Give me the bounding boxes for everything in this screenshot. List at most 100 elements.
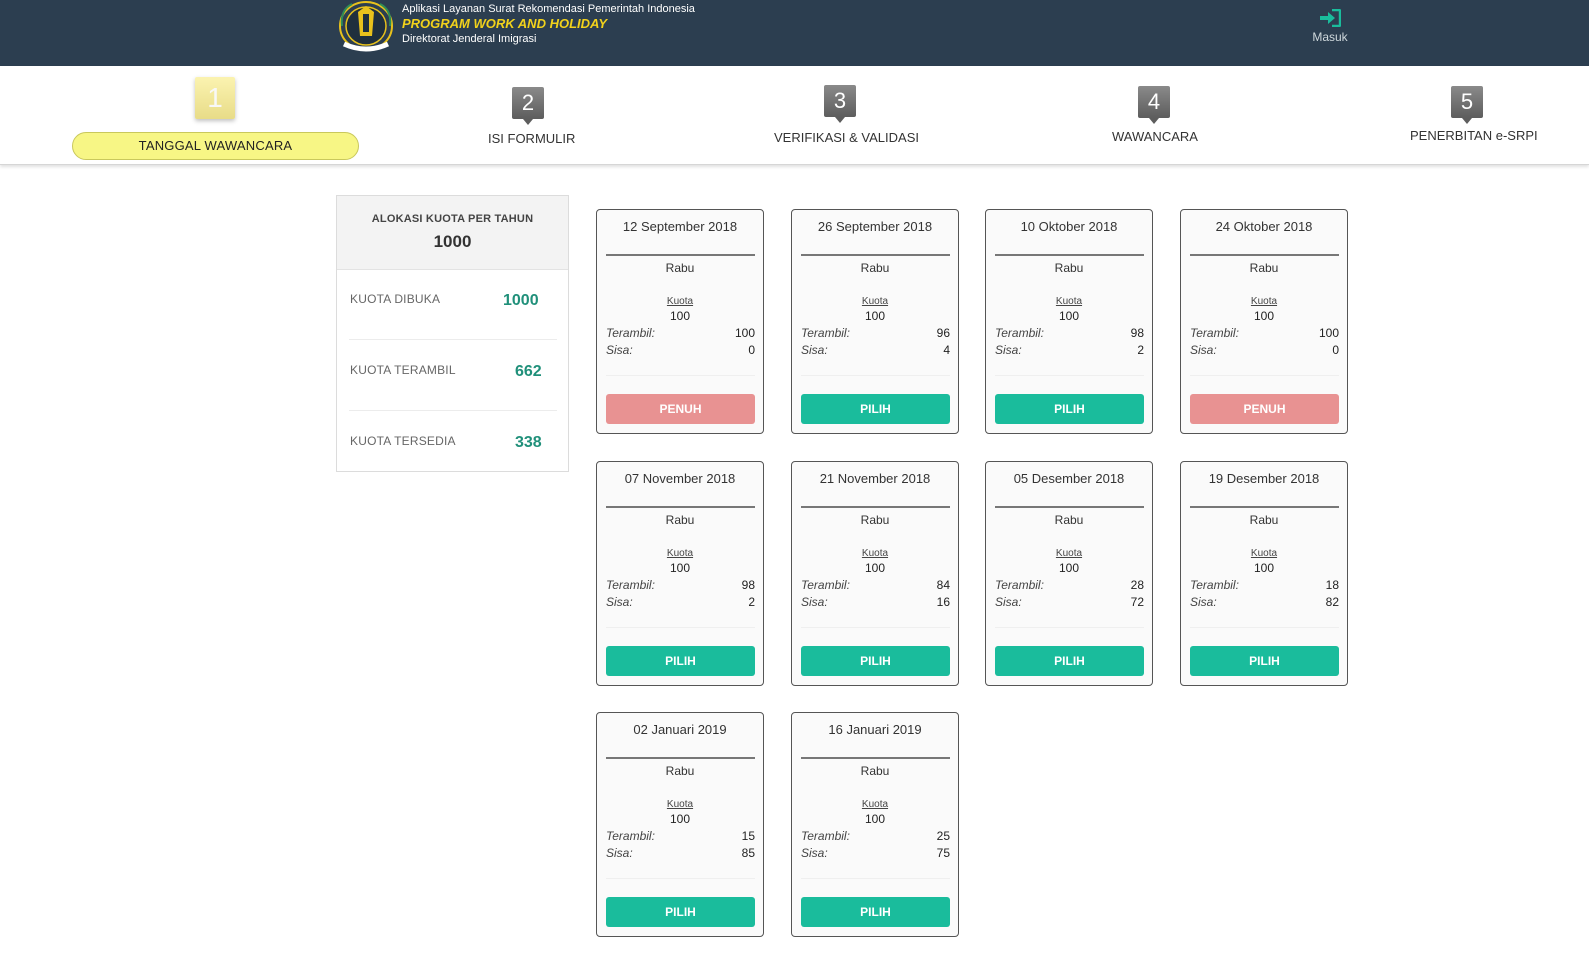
card-sisa-value: 0 [748, 343, 755, 357]
card-terambil-value: 84 [936, 578, 950, 592]
card-terambil-row: Terambil: 18 [1190, 578, 1339, 592]
card-day: Rabu [1249, 513, 1279, 527]
quota-row-value: 1000 [503, 292, 539, 309]
step-3-label: VERIFIKASI & VALIDASI [774, 130, 919, 145]
card-kuota-value: 100 [669, 561, 691, 575]
step-4[interactable]: 4 WAWANCARA [1080, 66, 1230, 165]
date-card: 12 September 2018 Rabu Kuota 100 Terambil: 10… [596, 209, 764, 434]
select-date-button[interactable]: PILIH [801, 897, 950, 927]
date-card: 26 September 2018 Rabu Kuota 100 Terambil: 96… [791, 209, 959, 434]
date-card: 24 Oktober 2018 Rabu Kuota 100 Terambil: 100 S… [1180, 209, 1348, 434]
app-subtitle: Aplikasi Layanan Surat Rekomendasi Pemer… [402, 3, 695, 15]
card-sisa-label: Sisa: [1190, 343, 1217, 357]
card-date: 12 September 2018 [622, 219, 738, 234]
card-sisa-label: Sisa: [801, 343, 828, 357]
card-date: 16 Januari 2019 [828, 722, 922, 737]
card-terambil-label: Terambil: [995, 326, 1044, 340]
card-terambil-row: Terambil: 98 [606, 578, 755, 592]
step-5-badge: 5 [1451, 86, 1483, 124]
card-sisa-value: 0 [1332, 343, 1339, 357]
card-sisa-value: 72 [1130, 595, 1144, 609]
date-card: 19 Desember 2018 Rabu Kuota 100 Terambil: 18 S… [1180, 461, 1348, 686]
select-date-button[interactable]: PILIH [801, 394, 950, 424]
quota-row-label: KUOTA DIBUKA [350, 292, 441, 306]
card-divider [801, 757, 950, 759]
select-date-button[interactable]: PILIH [606, 897, 755, 927]
card-terambil-label: Terambil: [1190, 326, 1239, 340]
card-sisa-label: Sisa: [995, 343, 1022, 357]
select-date-button[interactable]: PILIH [995, 646, 1144, 676]
card-terambil-row: Terambil: 100 [1190, 326, 1339, 340]
quota-header: ALOKASI KUOTA PER TAHUN 1000 [337, 196, 568, 270]
card-sisa-value: 2 [748, 595, 755, 609]
date-card: 05 Desember 2018 Rabu Kuota 100 Terambil: 28 S… [985, 461, 1153, 686]
card-kuota-label: Kuota [666, 548, 694, 559]
select-date-button[interactable]: PILIH [1190, 646, 1339, 676]
select-date-button[interactable]: PILIH [995, 394, 1144, 424]
card-terambil-value: 25 [936, 829, 950, 843]
card-sisa-value: 82 [1325, 595, 1339, 609]
card-date: 02 Januari 2019 [633, 722, 727, 737]
card-sisa-row: Sisa: 72 [995, 595, 1144, 609]
card-sisa-value: 75 [936, 846, 950, 860]
step-5[interactable]: 5 PENERBITAN e-SRPI [1390, 66, 1560, 165]
step-2[interactable]: 2 ISI FORMULIR [430, 66, 626, 165]
card-sisa-row: Sisa: 16 [801, 595, 950, 609]
card-day: Rabu [665, 764, 695, 778]
card-terambil-value: 18 [1325, 578, 1339, 592]
card-kuota-value: 100 [864, 812, 886, 826]
card-kuota-label: Kuota [861, 296, 889, 307]
card-terambil-value: 98 [741, 578, 755, 592]
card-sisa-label: Sisa: [606, 595, 633, 609]
date-card: 07 November 2018 Rabu Kuota 100 Terambil: 98 S… [596, 461, 764, 686]
card-separator [801, 375, 950, 376]
card-sisa-label: Sisa: [995, 595, 1022, 609]
card-sisa-row: Sisa: 0 [606, 343, 755, 357]
app-directorate: Direktorat Jenderal Imigrasi [402, 33, 537, 45]
card-terambil-label: Terambil: [606, 326, 655, 340]
imigrasi-emblem-icon [339, 1, 393, 52]
card-divider [995, 254, 1144, 256]
card-terambil-row: Terambil: 25 [801, 829, 950, 843]
card-separator [995, 627, 1144, 628]
card-separator [801, 878, 950, 879]
quota-panel: ALOKASI KUOTA PER TAHUN 1000 KUOTA DIBUK… [336, 195, 569, 472]
card-kuota-label: Kuota [666, 296, 694, 307]
select-date-button[interactable]: PILIH [606, 646, 755, 676]
card-sisa-value: 85 [741, 846, 755, 860]
card-sisa-label: Sisa: [1190, 595, 1217, 609]
card-sisa-row: Sisa: 0 [1190, 343, 1339, 357]
full-button[interactable]: PENUH [606, 394, 755, 424]
step-2-badge: 2 [512, 87, 544, 125]
card-day: Rabu [860, 513, 890, 527]
step-5-label: PENERBITAN e-SRPI [1410, 128, 1538, 143]
card-kuota-label: Kuota [861, 548, 889, 559]
step-4-badge: 4 [1138, 86, 1170, 124]
card-divider [606, 254, 755, 256]
card-divider [1190, 506, 1339, 508]
card-day: Rabu [860, 261, 890, 275]
full-button[interactable]: PENUH [1190, 394, 1339, 424]
step-1-label[interactable]: TANGGAL WAWANCARA [72, 132, 359, 160]
card-kuota-value: 100 [864, 309, 886, 323]
card-day: Rabu [1054, 513, 1084, 527]
step-3[interactable]: 3 VERIFIKASI & VALIDASI [740, 66, 940, 165]
card-sisa-label: Sisa: [801, 846, 828, 860]
sign-in-icon [1320, 9, 1341, 27]
select-date-button[interactable]: PILIH [801, 646, 950, 676]
quota-total: 1000 [433, 232, 472, 251]
card-divider [801, 254, 950, 256]
card-sisa-row: Sisa: 82 [1190, 595, 1339, 609]
app-title-block: Aplikasi Layanan Surat Rekomendasi Pemer… [402, 3, 695, 46]
card-kuota-label: Kuota [1250, 548, 1278, 559]
card-date: 19 Desember 2018 [1208, 471, 1320, 486]
login-button[interactable]: Masuk [1310, 9, 1350, 44]
step-3-badge: 3 [824, 85, 856, 123]
card-terambil-label: Terambil: [801, 578, 850, 592]
card-separator [606, 878, 755, 879]
card-date: 10 Oktober 2018 [1020, 219, 1118, 234]
card-terambil-row: Terambil: 98 [995, 326, 1144, 340]
card-kuota-value: 100 [669, 309, 691, 323]
quota-title: ALOKASI KUOTA PER TAHUN [371, 213, 534, 225]
card-day: Rabu [665, 261, 695, 275]
